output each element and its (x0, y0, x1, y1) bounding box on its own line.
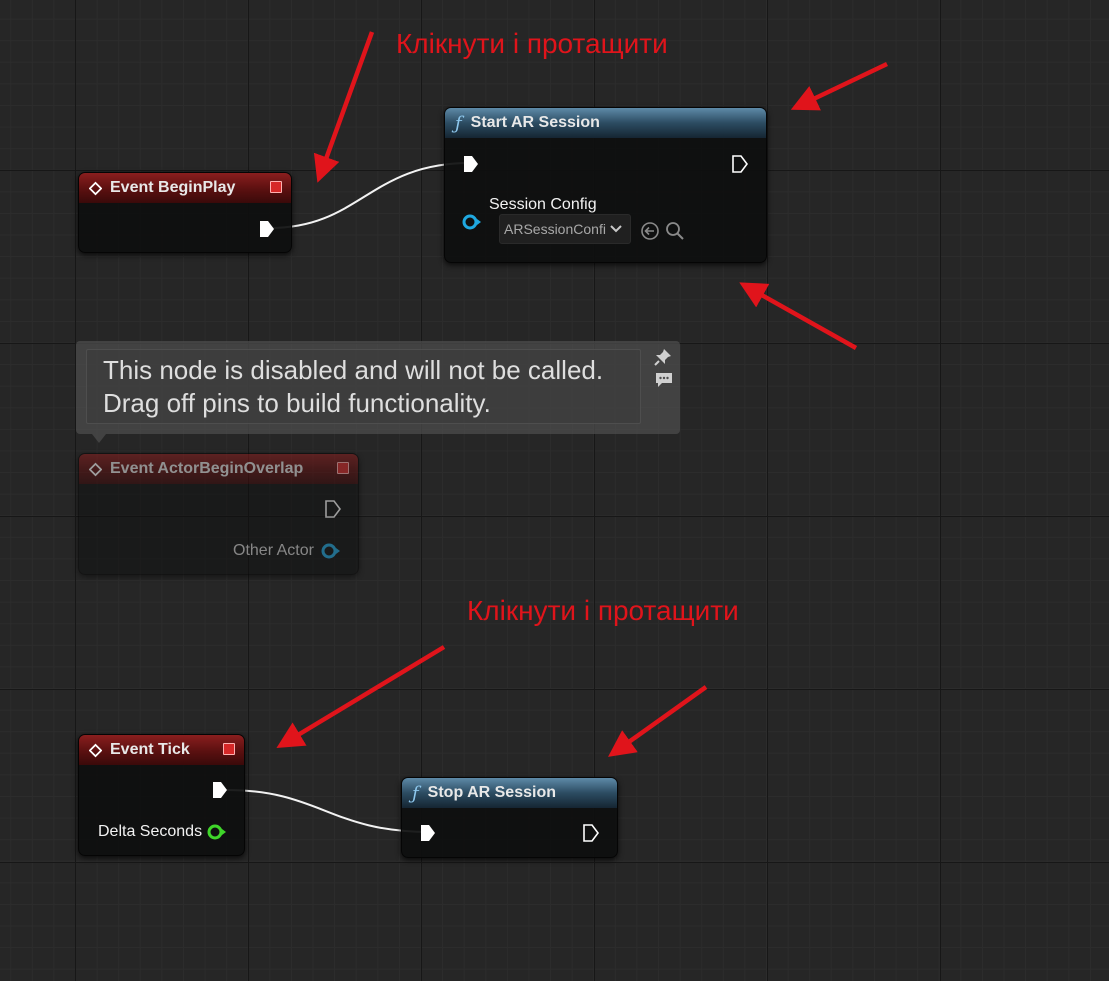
blueprint-graph-canvas[interactable]: Event BeginPlay ƒ Start AR Session Sessi… (0, 0, 1109, 981)
annotation-text-top: Клікнути і протащити (396, 28, 668, 59)
arrow-2 (790, 61, 888, 111)
arrow-1 (313, 31, 375, 183)
arrow-5 (608, 685, 708, 757)
arrow-3 (739, 282, 858, 350)
annotation-arrows (276, 31, 888, 757)
arrow-4 (276, 645, 446, 748)
annotation-text-bottom: Клікнути і протащити (467, 595, 739, 626)
